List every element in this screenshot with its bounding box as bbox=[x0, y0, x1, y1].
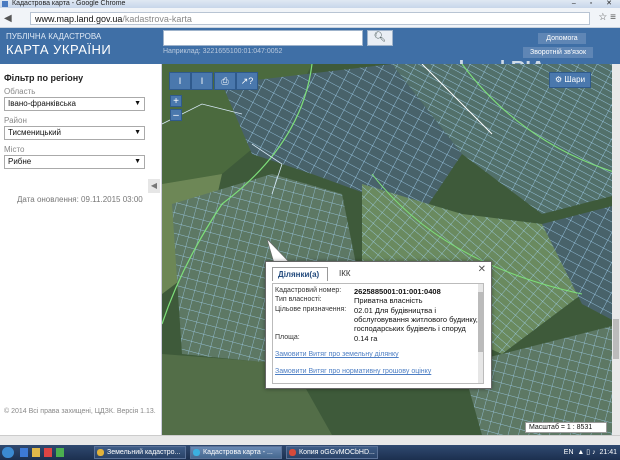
collapse-sidebar-button[interactable]: ◀ bbox=[148, 179, 160, 193]
rayon-label: Район bbox=[4, 116, 27, 125]
misto-select[interactable]: Рибне ▼ bbox=[4, 155, 145, 169]
back-icon[interactable]: ◀ bbox=[4, 13, 12, 24]
purpose-value: 02.01 Для будівництва і обслуговування ж… bbox=[354, 306, 478, 333]
chevron-down-icon: ▼ bbox=[134, 100, 141, 107]
browser-titlebar: Кадастрова карта - Google Chrome – ▫ ✕ bbox=[0, 0, 620, 8]
area-value: 0.14 га bbox=[354, 334, 378, 343]
taskbar-item-copy[interactable]: Копия oGGvMOCbHD... bbox=[286, 446, 378, 459]
parcel-info-popup: Ділянки(а) ІКК ✕ Кадастровий номер: 2625… bbox=[265, 261, 492, 389]
search-button[interactable]: 🔍︎ bbox=[367, 30, 393, 46]
order-extract-link[interactable]: Замовити Витяг про земельну ділянку bbox=[275, 351, 399, 358]
feedback-button[interactable]: Зворотній зв'язок bbox=[523, 47, 593, 58]
favicon-icon bbox=[2, 1, 8, 7]
site-header: ПУБЛІЧНА КАДАСТРОВА КАРТА УКРАЇНИ 🔍︎ Нап… bbox=[0, 28, 620, 80]
oblast-select[interactable]: Івано-франківська ▼ bbox=[4, 97, 145, 111]
chrome-app-icon bbox=[193, 449, 200, 456]
window-title: Кадастрова карта - Google Chrome bbox=[12, 0, 126, 7]
measure-area-tool[interactable]: I bbox=[191, 72, 213, 90]
print-icon[interactable]: ⎙ bbox=[214, 72, 236, 90]
chrome-icon[interactable] bbox=[56, 448, 64, 457]
window-controls[interactable]: – ▫ ✕ bbox=[572, 0, 618, 8]
start-button[interactable] bbox=[2, 447, 14, 458]
cadastral-number-value: 2625885001:01:001:0408 bbox=[354, 287, 441, 296]
taskbar-item-label: Земельний кадастро... bbox=[107, 449, 181, 456]
browser-toolbar: ◀ www.map.land.gov.ua/kadastrova-karta ☆… bbox=[0, 8, 620, 28]
menu-icon[interactable]: ☆ ≡ bbox=[598, 12, 616, 23]
rayon-select[interactable]: Тисменицький ▼ bbox=[4, 126, 145, 140]
order-valuation-link[interactable]: Замовити Витяг про нормативну грошову оц… bbox=[275, 368, 431, 375]
app-icon bbox=[97, 449, 104, 456]
tab-ikk[interactable]: ІКК bbox=[334, 267, 356, 281]
scale-readout: Масштаб = 1 : 8531 bbox=[525, 422, 607, 433]
zoom-out-button[interactable]: – bbox=[170, 109, 182, 121]
taskbar-item-cadastre[interactable]: Земельний кадастро... bbox=[94, 446, 186, 459]
oblast-label: Область bbox=[4, 87, 36, 96]
app-icon bbox=[289, 449, 296, 456]
tab-parcels[interactable]: Ділянки(а) bbox=[272, 267, 328, 281]
vertical-scroll-thumb[interactable] bbox=[613, 319, 619, 359]
folder-icon[interactable] bbox=[32, 448, 40, 457]
url-host: www.map.land.gov.ua bbox=[35, 14, 123, 24]
gear-icon: ⚙ bbox=[554, 75, 563, 84]
purpose-label: Цільове призначення: bbox=[275, 306, 347, 313]
misto-value: Рибне bbox=[8, 157, 32, 166]
search-input[interactable] bbox=[163, 30, 363, 46]
system-tray: EN ▲ ▯ ♪ 21:41 bbox=[563, 449, 617, 456]
logo-line2: КАРТА УКРАЇНИ bbox=[6, 42, 112, 57]
media-icon[interactable] bbox=[44, 448, 52, 457]
horizontal-scrollbar[interactable] bbox=[0, 435, 620, 445]
layers-label: Шари bbox=[564, 75, 586, 84]
rayon-value: Тисменицький bbox=[8, 128, 62, 137]
close-icon[interactable]: ✕ bbox=[478, 264, 486, 275]
clock[interactable]: 21:41 bbox=[599, 449, 617, 456]
popup-scrollbar[interactable] bbox=[478, 284, 483, 383]
language-indicator[interactable]: EN bbox=[564, 449, 574, 456]
cadastral-number-label: Кадастровий номер: bbox=[275, 287, 342, 294]
update-date: Дата оновлення: 09.11.2015 03:00 bbox=[17, 195, 143, 204]
ownership-label: Тип власності: bbox=[275, 296, 322, 303]
taskbar-item-label: Копия oGGvMOCbHD... bbox=[299, 449, 375, 456]
measure-length-tool[interactable]: I bbox=[169, 72, 191, 90]
area-label: Площа: bbox=[275, 334, 300, 341]
taskbar-item-map[interactable]: Кадастрова карта - ... bbox=[190, 446, 282, 459]
identify-tool-icon[interactable]: ↗? bbox=[236, 72, 258, 90]
url-path: /kadastrova-karta bbox=[122, 14, 192, 24]
search-hint: Наприклад: 3221655100:01:047:0052 bbox=[163, 48, 283, 55]
popup-body: Кадастровий номер: 2625885001:01:001:040… bbox=[272, 283, 484, 384]
help-button[interactable]: Допомога bbox=[538, 33, 586, 44]
zoom-in-button[interactable]: + bbox=[170, 95, 182, 107]
ownership-value: Приватна власність bbox=[354, 296, 423, 305]
chevron-down-icon: ▼ bbox=[134, 129, 141, 136]
address-bar[interactable]: www.map.land.gov.ua/kadastrova-karta bbox=[30, 12, 590, 25]
ie-icon[interactable] bbox=[20, 448, 28, 457]
filter-sidebar: Фільтр по регіону Область Івано-франківс… bbox=[0, 64, 162, 435]
filter-title: Фільтр по регіону bbox=[4, 73, 84, 83]
vertical-scrollbar[interactable] bbox=[612, 64, 620, 435]
taskbar: Земельний кадастро... Кадастрова карта -… bbox=[0, 445, 620, 460]
popup-scroll-thumb[interactable] bbox=[478, 292, 483, 352]
chevron-down-icon: ▼ bbox=[134, 158, 141, 165]
search-icon: 🔍︎ bbox=[373, 32, 387, 43]
layers-button[interactable]: ⚙ Шари bbox=[549, 72, 591, 88]
oblast-value: Івано-франківська bbox=[8, 99, 76, 108]
copyright: © 2014 Всі права захищені, ЦДЗК. Версія … bbox=[4, 408, 156, 415]
misto-label: Місто bbox=[4, 145, 25, 154]
logo-line1: ПУБЛІЧНА КАДАСТРОВА bbox=[6, 32, 102, 41]
taskbar-item-label: Кадастрова карта - ... bbox=[203, 449, 273, 456]
